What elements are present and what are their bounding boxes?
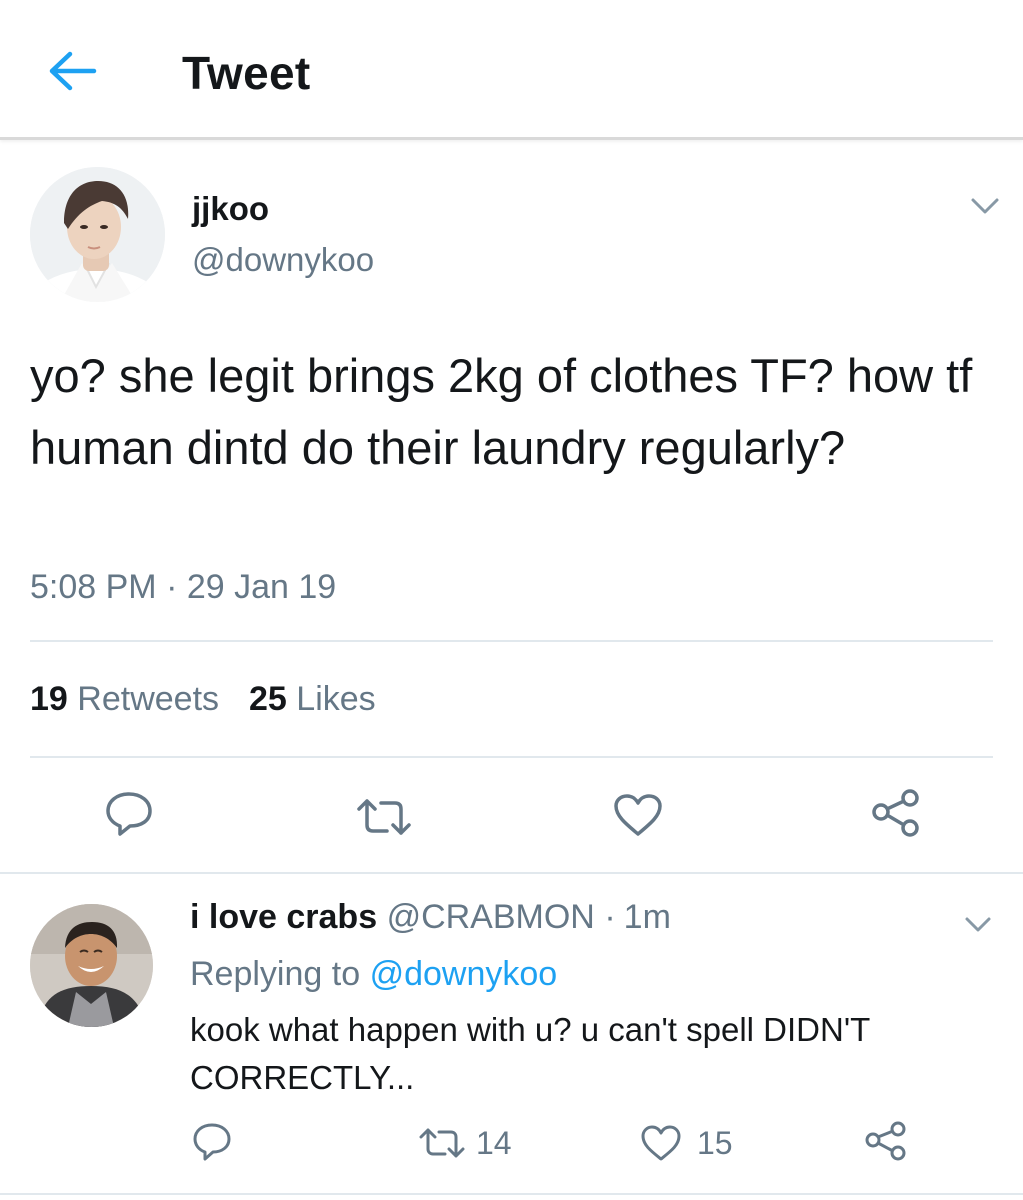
- like-icon[interactable]: [612, 792, 664, 838]
- replying-to-link[interactable]: @downykoo: [370, 955, 558, 993]
- separator-dot: ·: [604, 898, 616, 936]
- replying-to: Replying to @downykoo: [190, 955, 557, 994]
- divider: [30, 640, 993, 642]
- divider: [30, 756, 993, 758]
- retweets-stat[interactable]: 19 Retweets: [30, 680, 219, 719]
- reply-icon[interactable]: [104, 790, 154, 838]
- reply-author-avatar[interactable]: [30, 904, 153, 1027]
- author-avatar[interactable]: [30, 167, 165, 302]
- reply-icon[interactable]: [192, 1122, 232, 1162]
- replying-to-label: Replying to: [190, 955, 361, 993]
- divider: [0, 1193, 1023, 1195]
- reply-header: i love crabs @CRABMON · 1m: [190, 898, 671, 937]
- back-arrow-icon[interactable]: [46, 50, 98, 92]
- share-icon[interactable]: [870, 788, 922, 838]
- author-handle[interactable]: @downykoo: [192, 241, 374, 279]
- chevron-down-icon[interactable]: [968, 193, 1002, 219]
- app-header: Tweet: [0, 0, 1023, 140]
- author-name[interactable]: jjkoo: [192, 190, 269, 228]
- reply-author-name[interactable]: i love crabs: [190, 898, 377, 936]
- page-title: Tweet: [182, 47, 311, 99]
- likes-stat[interactable]: 25 Likes: [249, 680, 376, 719]
- reply-retweets-count: 14: [476, 1125, 512, 1161]
- retweets-count: 19: [30, 680, 68, 718]
- chevron-down-icon[interactable]: [962, 913, 994, 937]
- retweet-icon[interactable]: [355, 797, 413, 837]
- reply-likes-count: 15: [697, 1125, 733, 1161]
- tweet-text: yo? she legit brings 2kg of clothes TF? …: [30, 349, 973, 474]
- like-icon[interactable]: [640, 1124, 682, 1162]
- likes-count: 25: [249, 680, 287, 718]
- likes-label: Likes: [296, 680, 376, 718]
- divider: [0, 872, 1023, 874]
- retweets-label: Retweets: [77, 680, 220, 718]
- share-icon[interactable]: [864, 1120, 908, 1162]
- retweet-icon[interactable]: [418, 1127, 466, 1159]
- reply-author-handle[interactable]: @CRABMON: [387, 898, 595, 936]
- tweet-stats: 19 Retweets 25 Likes: [30, 680, 376, 719]
- tweet-timestamp[interactable]: 5:08 PM · 29 Jan 19: [30, 568, 336, 607]
- reply-time[interactable]: 1m: [624, 898, 671, 936]
- reply-text: kook what happen with u? u can't spell D…: [190, 1011, 870, 1096]
